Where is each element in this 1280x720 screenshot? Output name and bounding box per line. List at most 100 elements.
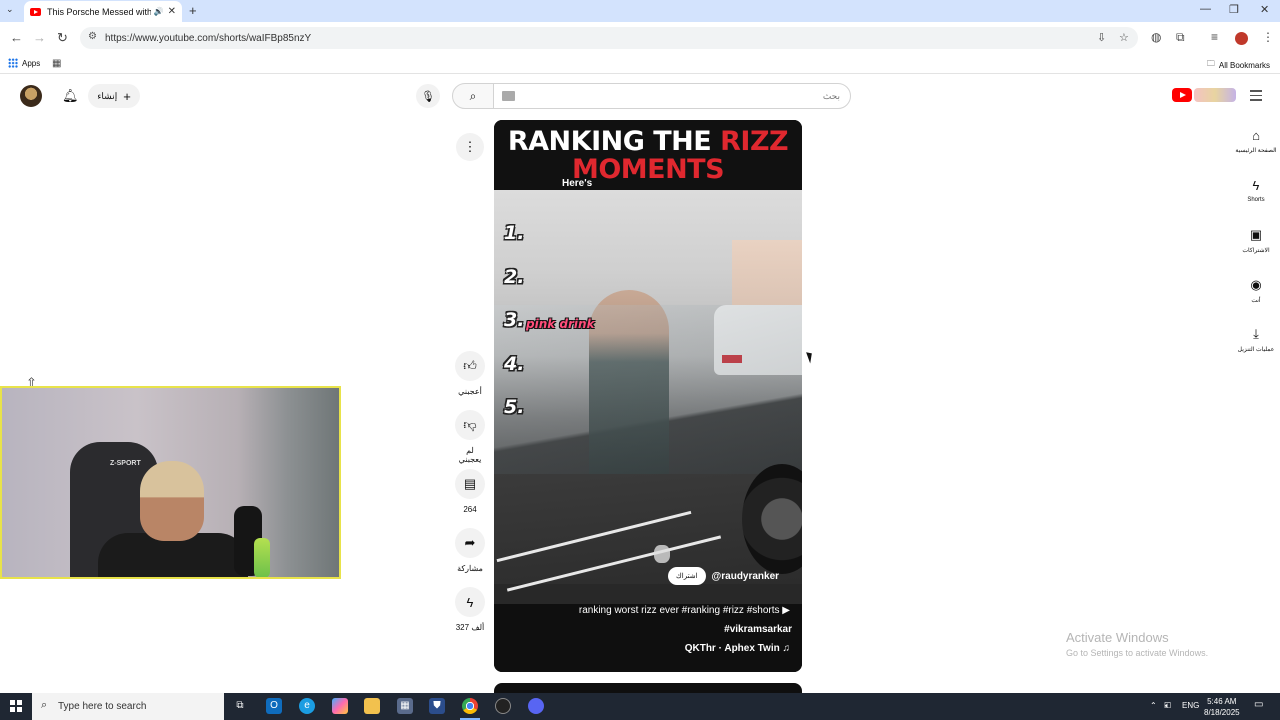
guide-menu-icon[interactable] bbox=[1250, 90, 1262, 104]
guide-item-you[interactable]: ◉ أنت bbox=[1232, 277, 1280, 304]
rank-number: 2. bbox=[504, 266, 525, 288]
guide-label: الصفحة الرئيسية bbox=[1235, 148, 1277, 154]
activate-windows-watermark: Activate Windows Go to Settings to activ… bbox=[1066, 630, 1208, 658]
banner-line1-white: RANKING THE bbox=[507, 126, 721, 157]
video-banner: RANKING THE RIZZ MOMENTS Here's bbox=[494, 120, 802, 190]
edge-icon[interactable]: e bbox=[299, 698, 315, 714]
obs-icon[interactable] bbox=[495, 698, 511, 714]
tab-groups-icon[interactable]: ▦ bbox=[52, 58, 61, 69]
rank-number: 1. bbox=[504, 222, 525, 244]
guide-item-shorts[interactable]: ϟ Shorts bbox=[1232, 178, 1280, 203]
security-shield-icon[interactable]: ⛊ bbox=[429, 698, 445, 714]
notifications-bell-icon[interactable]: 🔔︎ bbox=[62, 88, 79, 104]
tab-youtube[interactable]: This Porsche Messed with t 🔊 ✕ bbox=[24, 1, 182, 22]
close-tab-icon[interactable]: ✕ bbox=[168, 6, 176, 17]
comments-count: 264 bbox=[463, 505, 477, 514]
volume-icon[interactable]: 🔈︎ bbox=[1165, 701, 1170, 711]
subscribe-button[interactable]: اشتراك bbox=[668, 567, 706, 585]
youtube-favicon-icon bbox=[30, 7, 41, 16]
address-bar[interactable]: ⚙ https://www.youtube.com/shorts/waIFBp8… bbox=[80, 27, 1138, 49]
bookmark-star-icon[interactable]: ☆ bbox=[1119, 31, 1129, 44]
banner-line1: RANKING THE RIZZ bbox=[494, 126, 802, 157]
search-input[interactable]: بحث bbox=[493, 83, 851, 109]
search-placeholder: بحث bbox=[822, 90, 840, 101]
rank3-text: pink drink bbox=[526, 317, 595, 331]
audio-playing-icon[interactable]: 🔊 bbox=[154, 7, 164, 16]
install-app-icon[interactable]: ⇩ bbox=[1097, 31, 1106, 44]
webcam-overlay: Z-SPORT bbox=[0, 386, 341, 579]
taskbar-search-input[interactable]: ⌕ Type here to search bbox=[32, 693, 224, 720]
tab-title: This Porsche Messed with t bbox=[47, 6, 151, 17]
site-info-icon[interactable]: ⚙ bbox=[88, 31, 97, 42]
close-window-icon[interactable]: ✕ bbox=[1260, 3, 1269, 16]
dislike-button[interactable]: 👎︎ لم يعجبني bbox=[454, 410, 486, 464]
tray-overflow-icon[interactable]: ⌃ bbox=[1150, 701, 1157, 710]
channel-name[interactable]: @raudyranker bbox=[712, 571, 780, 582]
banner-line1-red: RIZZ bbox=[720, 126, 789, 157]
translate-icon[interactable]: ◍ bbox=[1151, 30, 1161, 44]
minimize-icon[interactable]: — bbox=[1200, 3, 1211, 15]
task-view-icon[interactable]: ⧉ bbox=[232, 698, 248, 714]
youtube-play-icon bbox=[1172, 88, 1192, 102]
url-text: https://www.youtube.com/shorts/waIFBp85n… bbox=[105, 32, 312, 44]
rank-number: 5. bbox=[504, 396, 525, 418]
tab-search-chevron-icon[interactable]: ⌄ bbox=[6, 4, 14, 15]
file-explorer-icon[interactable] bbox=[364, 698, 380, 714]
guide-item-subscriptions[interactable]: ▣ الاشتراكات bbox=[1232, 227, 1280, 254]
profile-avatar[interactable] bbox=[1235, 32, 1248, 45]
youtube-logo[interactable] bbox=[1172, 88, 1236, 102]
guide-item-home[interactable]: ⌂ الصفحة الرئيسية bbox=[1232, 128, 1280, 154]
share-button[interactable]: ➦ مشاركة bbox=[454, 528, 486, 573]
search-button[interactable]: ⌕ bbox=[452, 83, 494, 109]
restore-icon[interactable]: ❐ bbox=[1229, 3, 1239, 16]
video-title[interactable]: ranking worst rizz ever #ranking #rizz #… bbox=[579, 605, 790, 616]
windows-start-icon[interactable] bbox=[10, 700, 22, 712]
video-title-text: ranking worst rizz ever #ranking #rizz #… bbox=[578, 605, 780, 616]
bookmark-apps[interactable]: Apps bbox=[8, 58, 40, 68]
create-button[interactable]: إنشاء + bbox=[88, 84, 140, 108]
like-button[interactable]: 👍︎ أعجبني bbox=[454, 351, 486, 396]
folder-icon: 🗀 bbox=[1206, 59, 1215, 68]
hashtag-link[interactable]: #vikramsarkar bbox=[724, 624, 792, 635]
music-row[interactable]: QKThr · Aphex Twin ♫ bbox=[685, 643, 790, 654]
forward-icon[interactable]: → bbox=[33, 30, 46, 45]
subscriptions-icon: ▣ bbox=[1249, 227, 1263, 242]
discord-icon[interactable] bbox=[528, 698, 544, 714]
streamer-head bbox=[140, 461, 204, 541]
guide-item-downloads[interactable]: ⤓ عمليات التنزيل bbox=[1232, 326, 1280, 353]
all-bookmarks[interactable]: 🗀 All Bookmarks bbox=[1207, 58, 1270, 72]
account-avatar[interactable] bbox=[20, 85, 42, 107]
reload-icon[interactable]: ↻ bbox=[57, 30, 68, 46]
comments-button[interactable]: ▤ 264 bbox=[454, 469, 486, 514]
chrome-icon[interactable] bbox=[462, 698, 478, 714]
guide-label: أنت bbox=[1251, 298, 1261, 304]
media-controls-icon[interactable]: ≡ bbox=[1211, 30, 1218, 44]
taskbar-search-placeholder: Type here to search bbox=[58, 701, 147, 712]
extensions-icon[interactable]: ⧉ bbox=[1176, 30, 1185, 45]
taskbar-clock[interactable]: 5:46 AM 8/18/2025 bbox=[1204, 696, 1240, 718]
back-icon[interactable]: ← bbox=[10, 30, 23, 45]
outlook-icon[interactable]: O bbox=[266, 698, 282, 714]
new-tab-button[interactable]: + bbox=[189, 3, 197, 18]
language-indicator[interactable]: ENG bbox=[1182, 701, 1199, 710]
watermark-line1: Activate Windows bbox=[1066, 630, 1169, 645]
video-meta: ranking worst rizz ever #ranking #rizz #… bbox=[494, 604, 802, 672]
like-label: أعجبني bbox=[458, 387, 482, 396]
video-caption: Here's bbox=[562, 178, 593, 189]
music-note-icon: ♫ bbox=[782, 643, 791, 654]
search-icon: ⌕ bbox=[469, 88, 477, 103]
remix-button[interactable]: ϟ 327 ألف bbox=[449, 587, 491, 632]
chrome-menu-icon[interactable]: ⋮ bbox=[1262, 30, 1274, 44]
channel-avatar[interactable] bbox=[654, 545, 670, 563]
rank-number: 4. bbox=[504, 353, 525, 375]
download-icon: ⤓ bbox=[1253, 326, 1259, 341]
voice-search-mic-icon[interactable]: 🎙︎ bbox=[416, 84, 440, 108]
copilot-icon[interactable] bbox=[332, 698, 348, 714]
notifications-icon[interactable]: ▭ bbox=[1254, 699, 1263, 710]
youtube-doodle bbox=[1194, 88, 1236, 102]
shorts-player[interactable]: RANKING THE RIZZ MOMENTS Here's 1. 2. 3.… bbox=[494, 120, 802, 672]
more-options-icon[interactable]: ⋮ bbox=[456, 133, 484, 161]
keyboard-icon[interactable] bbox=[502, 91, 515, 101]
store-icon[interactable]: ▦ bbox=[397, 698, 413, 714]
dislike-label: لم يعجبني bbox=[458, 446, 482, 464]
